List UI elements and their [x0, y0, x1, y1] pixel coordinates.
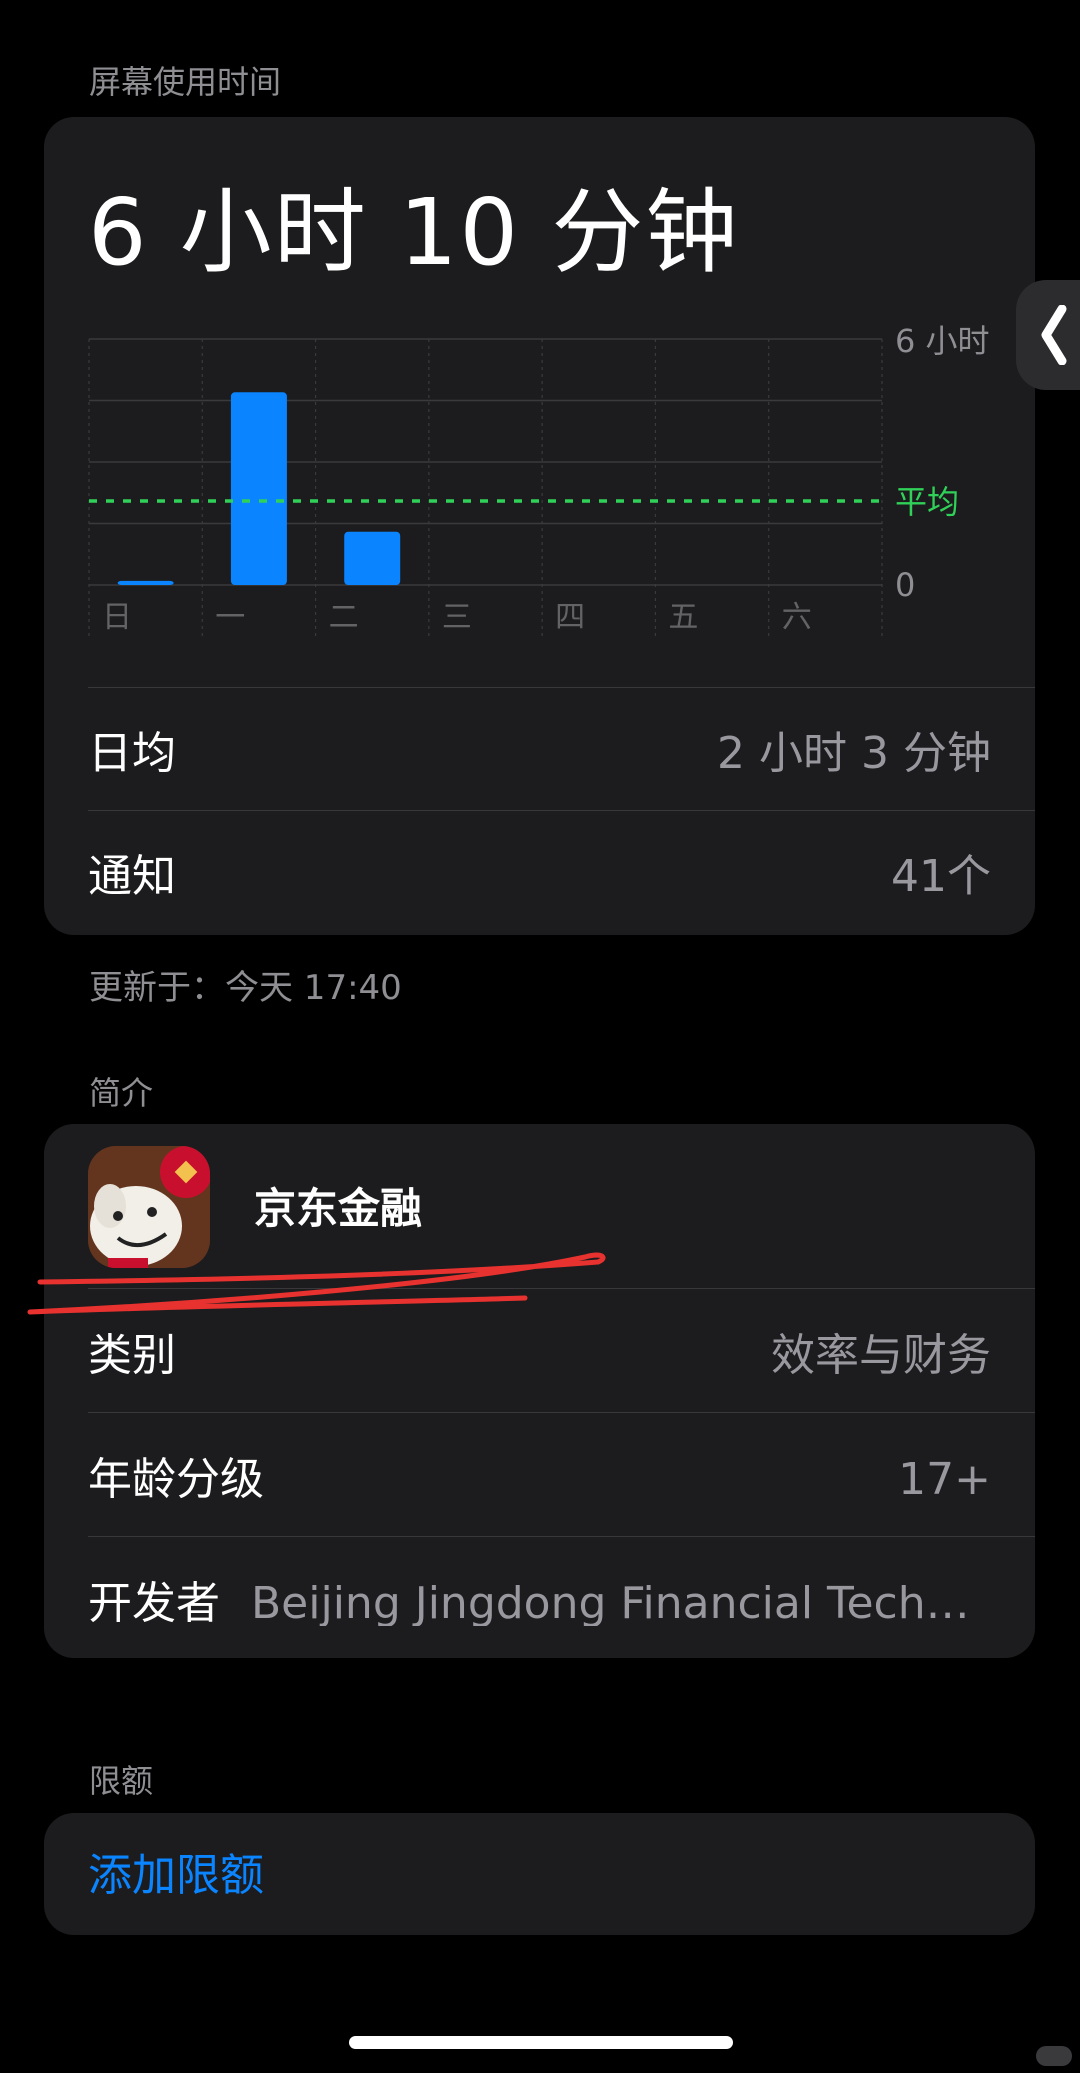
notifications-label: 通知	[88, 851, 176, 902]
x-tick-label: 二	[329, 600, 359, 635]
divider	[88, 1288, 1035, 1289]
watermark-badge	[1036, 2046, 1072, 2066]
x-tick-label: 四	[555, 600, 585, 635]
x-tick-label: 日	[102, 600, 132, 635]
side-panel-tab[interactable]	[1016, 280, 1080, 390]
about-card: 京东金融 类别 效率与财务 年龄分级 17+ 开发者 Beijing Jingd…	[44, 1124, 1035, 1658]
daily-average-label: 日均	[88, 728, 176, 779]
y-tick-label-top: 6 小时	[895, 322, 990, 360]
add-limit-button[interactable]: 添加限额	[88, 1854, 264, 1898]
updated-time: 更新于：今天 17:40	[89, 968, 402, 1008]
y-tick-label-zero: 0	[895, 566, 915, 604]
bar-二	[344, 531, 401, 585]
chart-bars	[117, 392, 401, 585]
notifications-value: 41个	[891, 851, 991, 902]
age-rating-label: 年龄分级	[88, 1454, 264, 1505]
daily-average-value: 2 小时 3 分钟	[717, 728, 991, 779]
average-label: 平均	[895, 483, 959, 521]
divider	[88, 1412, 1035, 1413]
x-tick-label: 六	[782, 600, 812, 635]
category-value: 效率与财务	[771, 1330, 991, 1381]
section-header-screen-time: 屏幕使用时间	[89, 63, 282, 101]
jd-finance-app-icon	[88, 1146, 210, 1268]
section-header-limits: 限额	[89, 1762, 154, 1800]
age-rating-value: 17+	[898, 1454, 991, 1505]
developer-label: 开发者	[88, 1578, 220, 1629]
x-tick-label: 三	[442, 600, 472, 635]
usage-bar-chart[interactable]: 6 小时 0 平均日 一 二 三 四 五 六	[44, 117, 1035, 657]
divider	[88, 687, 1035, 688]
divider	[88, 810, 1035, 811]
divider	[88, 1536, 1035, 1537]
bar-日	[117, 580, 174, 585]
chart-grid	[88, 338, 883, 639]
screen-time-card[interactable]: 6 小时 10 分钟 6 小时 0 平均日一二三四五六 日均 2 小时 3 分钟 通…	[44, 117, 1035, 935]
bar-一	[230, 392, 287, 585]
x-tick-label: 五	[668, 600, 698, 635]
home-indicator[interactable]	[349, 2036, 733, 2049]
category-label: 类别	[88, 1330, 176, 1381]
app-name: 京东金融	[254, 1184, 423, 1233]
developer-value: Beijing Jingdong Financial Techno...	[251, 1582, 991, 1626]
chevron-left-icon	[1041, 305, 1067, 365]
section-header-about: 简介	[89, 1074, 154, 1112]
limits-card: 添加限额	[44, 1813, 1035, 1935]
x-tick-label: 一	[215, 600, 245, 635]
